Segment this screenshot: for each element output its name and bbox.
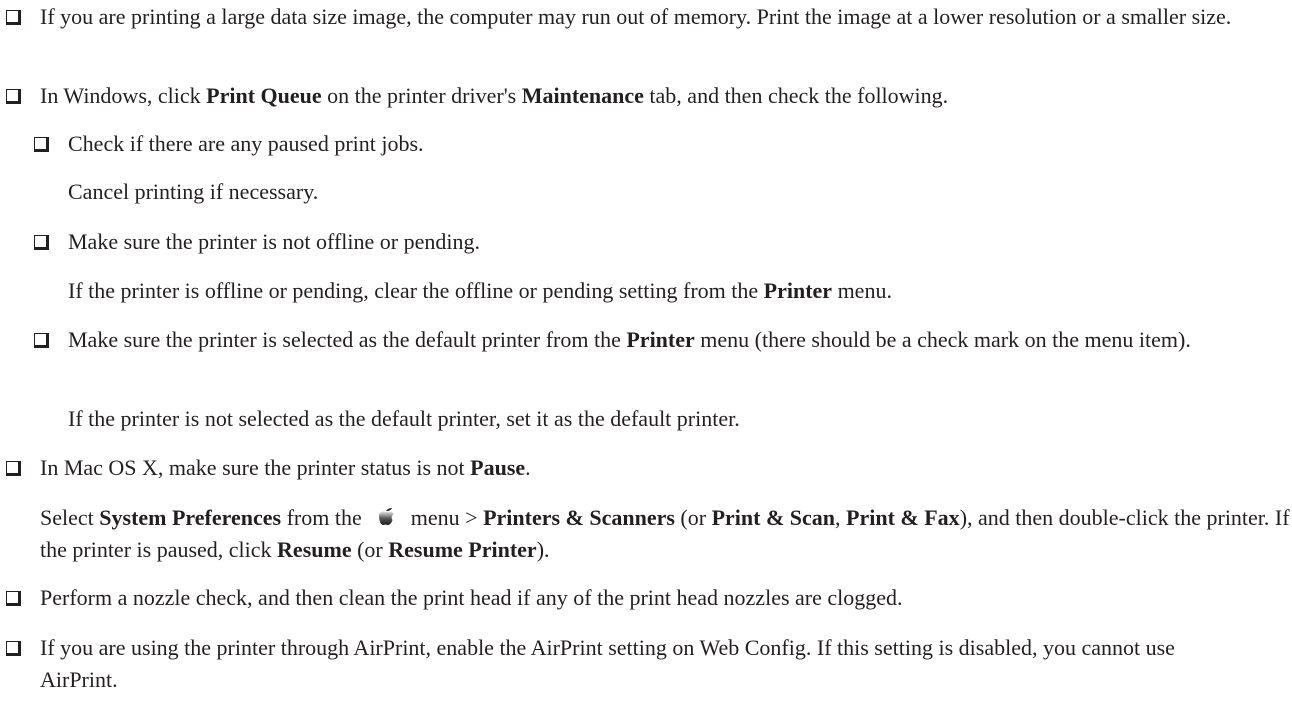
checkbox-bullet-icon <box>34 137 49 152</box>
checklist-item-mac-os: In Mac OS X, make sure the printer statu… <box>0 452 1292 484</box>
maintenance-tab-label: Maintenance <box>521 83 644 108</box>
note-text: ). <box>536 537 550 562</box>
item-text: In Mac OS X, make sure the printer statu… <box>40 455 471 480</box>
checkbox-bullet-icon <box>34 235 49 250</box>
resume-label: Resume <box>277 537 352 562</box>
note-text: from the <box>281 505 368 530</box>
item-text: tab, and then check the following. <box>643 83 949 108</box>
note-text: , <box>835 505 847 530</box>
checklist-subitem-offline: Make sure the printer is not offline or … <box>0 226 1292 258</box>
note-text: Select <box>40 505 100 530</box>
system-preferences-label: System Preferences <box>99 505 282 530</box>
note-text: Cancel printing if necessary. <box>68 179 319 204</box>
checkbox-bullet-icon <box>6 89 21 104</box>
checklist-subitem-paused-jobs: Check if there are any paused print jobs… <box>0 128 1292 160</box>
pause-status-label: Pause <box>470 455 526 480</box>
subitem-note: If the printer is offline or pending, cl… <box>0 275 1292 307</box>
note-text: If the printer is offline or pending, cl… <box>68 278 764 303</box>
item-text: menu (there should be a check mark on th… <box>694 327 1191 352</box>
subitem-note: Cancel printing if necessary. <box>0 176 318 208</box>
checkbox-bullet-icon <box>34 333 49 348</box>
item-text: Make sure the printer is selected as the… <box>68 327 627 352</box>
item-text: Check if there are any paused print jobs… <box>68 131 424 156</box>
item-text: Make sure the printer is not offline or … <box>68 229 480 254</box>
note-text: (or <box>351 537 389 562</box>
printers-scanners-label: Printers & Scanners <box>483 505 675 530</box>
resume-printer-label: Resume Printer <box>388 537 537 562</box>
note-text: menu. <box>832 278 892 303</box>
item-text: Perform a nozzle check, and then clean t… <box>40 585 903 610</box>
print-fax-label: Print & Fax <box>846 505 960 530</box>
checklist-subitem-default-printer: Make sure the printer is selected as the… <box>0 324 1278 356</box>
note-text: (or <box>674 505 712 530</box>
print-queue-label: Print Queue <box>206 83 322 108</box>
mac-instructions: Select System Preferences from the menu … <box>0 502 1292 566</box>
checkbox-bullet-icon <box>6 591 21 606</box>
note-text: If the printer is not selected as the de… <box>68 406 740 431</box>
note-text: menu > <box>405 505 484 530</box>
checklist-item-print-queue: In Windows, click Print Queue on the pri… <box>0 80 1292 112</box>
apple-menu-icon <box>371 504 402 527</box>
checkbox-bullet-icon <box>6 461 21 476</box>
item-text: If you are using the printer through Air… <box>40 635 1175 692</box>
item-text: If you are printing a large data size im… <box>40 4 1232 29</box>
checklist-item-nozzle-check: Perform a nozzle check, and then clean t… <box>0 582 1292 614</box>
checklist-item-memory: If you are printing a large data size im… <box>0 1 1292 33</box>
printer-menu-label: Printer <box>626 327 695 352</box>
print-scan-label: Print & Scan <box>711 505 836 530</box>
subitem-note: If the printer is not selected as the de… <box>0 403 740 435</box>
item-text: . <box>525 455 531 480</box>
item-text: on the printer driver's <box>321 83 522 108</box>
item-text: In Windows, click <box>40 83 207 108</box>
checkbox-bullet-icon <box>6 641 21 656</box>
printer-menu-label: Printer <box>763 278 833 303</box>
checkbox-bullet-icon <box>6 10 21 25</box>
checklist-item-airprint: If you are using the printer through Air… <box>0 632 1250 696</box>
